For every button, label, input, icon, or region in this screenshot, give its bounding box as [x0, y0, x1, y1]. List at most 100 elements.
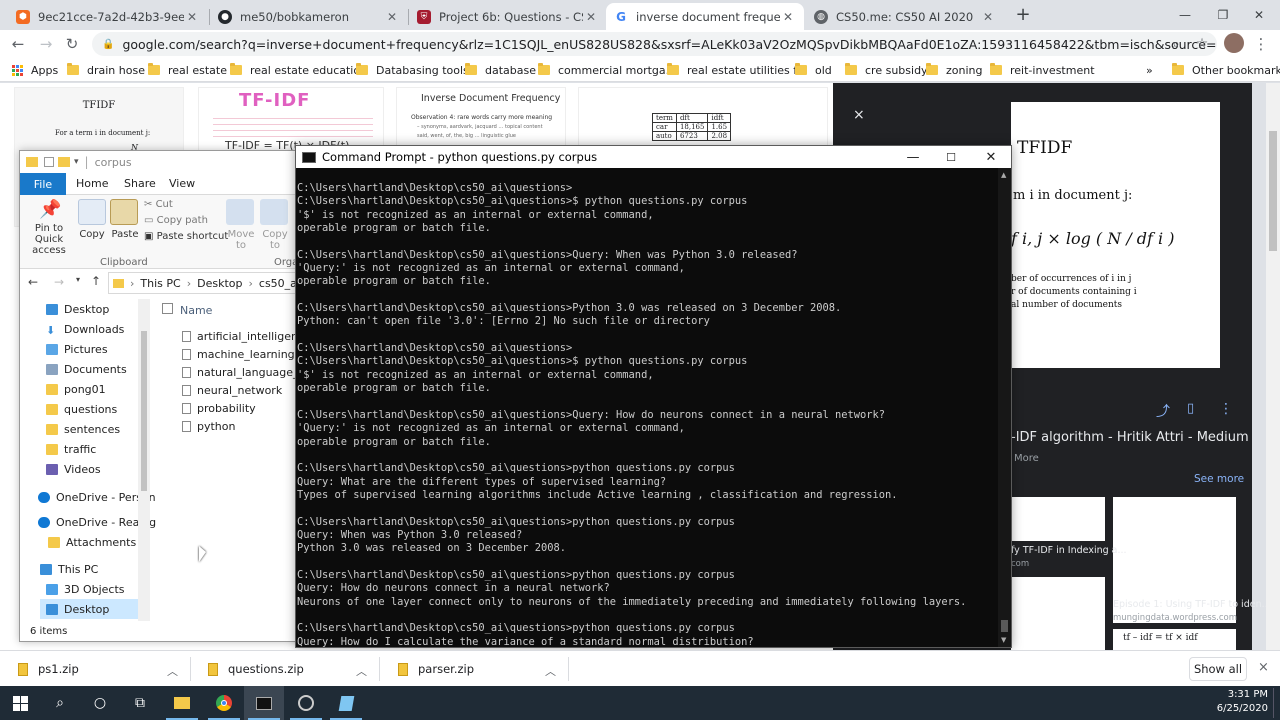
more-bookmarks-chevron[interactable]: »	[1146, 62, 1153, 78]
file-explorer-taskbar-icon[interactable]	[162, 686, 202, 720]
close-icon[interactable]: ✕	[384, 10, 400, 24]
nav-desktop-selected[interactable]: Desktop	[40, 599, 150, 619]
nav-3d-objects[interactable]: 3D Objects	[46, 579, 150, 599]
explorer-address-bar[interactable]: › This PC › Desktop › cs50_ai ›	[108, 272, 318, 294]
quick-access-dropdown-icon[interactable]: ▾	[74, 157, 79, 167]
paste-button[interactable]: Paste	[110, 199, 140, 240]
profile-avatar[interactable]	[1224, 33, 1244, 53]
forward-arrow-icon[interactable]: →	[35, 34, 57, 54]
preview-image[interactable]: TFIDF m i in document j: f i, j × log ( …	[1011, 102, 1220, 368]
tab-file[interactable]: File	[20, 173, 66, 195]
bookmark-folder[interactable]: real estate utilities f...	[667, 62, 807, 78]
copy-path-button[interactable]: ▭ Copy path	[144, 215, 208, 226]
tab-github[interactable]: ● me50/bobkameron ✕	[210, 3, 408, 30]
tab-home[interactable]: Home	[76, 177, 108, 190]
nav-videos[interactable]: Videos	[46, 459, 150, 479]
nav-scrollbar[interactable]	[138, 299, 150, 621]
nav-desktop[interactable]: Desktop📌	[46, 299, 150, 319]
task-view-icon[interactable]: ⧉	[120, 686, 160, 720]
maximize-icon[interactable]: ☐	[932, 146, 970, 168]
address-bar[interactable]: 🔒 google.com/search?q=inverse+document+f…	[92, 32, 1217, 56]
download-item[interactable]: questions.zip	[208, 659, 304, 679]
nav-this-pc[interactable]: This PC	[40, 559, 150, 579]
more-options-icon[interactable]: ⋮	[1219, 401, 1233, 417]
forward-arrow-icon[interactable]: →	[54, 275, 64, 289]
tab-cs50-me[interactable]: ◍ CS50.me: CS50 AI 2020 ✕	[806, 3, 1004, 30]
close-window-icon[interactable]: ✕	[972, 146, 1010, 168]
preview-caption[interactable]: -IDF algorithm - Hritik Attri - Medium	[1011, 430, 1249, 445]
bookmark-folder[interactable]: old	[795, 62, 832, 78]
properties-icon[interactable]	[44, 157, 54, 167]
back-arrow-icon[interactable]: ←	[28, 275, 38, 289]
chevron-up-icon[interactable]: ︿	[545, 663, 556, 679]
start-windows-icon[interactable]	[0, 686, 40, 720]
console-scrollbar[interactable]: ▲ ▼	[998, 168, 1011, 647]
up-arrow-icon[interactable]: ↑	[91, 274, 101, 288]
recent-dropdown-icon[interactable]: ▾	[76, 275, 80, 284]
pin-quick-access-button[interactable]: 📌 Pin to Quick access	[22, 199, 76, 256]
close-window-icon[interactable]: ✕	[1236, 0, 1280, 30]
nav-onedrive-realog[interactable]: OneDrive - Realog	[38, 512, 156, 532]
menu-dots-icon[interactable]: ⋮	[1250, 34, 1272, 54]
cortana-icon[interactable]: ○	[80, 686, 120, 720]
command-prompt-taskbar-icon[interactable]	[244, 686, 284, 720]
close-shelf-icon[interactable]: ×	[1258, 660, 1269, 675]
related-caption-2[interactable]: Episode 1: Using TF-IDF to iden...	[1113, 599, 1271, 610]
related-image-4[interactable]: tf – idf = tf × idf	[1113, 629, 1236, 650]
copy-button[interactable]: Copy	[78, 199, 106, 240]
bookmark-folder[interactable]: real estate	[148, 62, 227, 78]
tab-google-search[interactable]: G inverse document frequency - Go ✕	[606, 3, 804, 30]
scroll-down-icon[interactable]: ▼	[1001, 636, 1006, 644]
bookmark-star-icon[interactable]: ☆	[1191, 34, 1213, 54]
file-item[interactable]: python	[182, 417, 235, 435]
search-icon[interactable]: ⌕	[40, 686, 80, 720]
bookmark-folder[interactable]: real estate education	[230, 62, 367, 78]
download-item[interactable]: ps1.zip	[18, 659, 79, 679]
bookmark-folder[interactable]: reit-investment	[990, 62, 1095, 78]
related-caption-1[interactable]: fy TF-IDF in Indexing a...	[1011, 545, 1127, 556]
bookmark-folder[interactable]: Databasing tools	[356, 62, 469, 78]
notepad-taskbar-icon[interactable]	[326, 686, 366, 720]
nav-pictures[interactable]: Pictures📌	[46, 339, 150, 359]
download-item[interactable]: parser.zip	[398, 659, 474, 679]
nav-questions[interactable]: questions	[46, 399, 150, 419]
tab-cs50-project[interactable]: ⛨ Project 6b: Questions - CS50's In ✕	[409, 3, 607, 30]
chevron-up-icon[interactable]: ︿	[167, 663, 178, 679]
bookmark-folder[interactable]: cre subsidy	[845, 62, 928, 78]
breadcrumb-this-pc[interactable]: This PC	[140, 277, 180, 290]
move-to-button[interactable]: Move to	[226, 199, 256, 251]
close-icon[interactable]: ✕	[780, 10, 796, 24]
back-arrow-icon[interactable]: ←	[7, 34, 29, 54]
nav-sentences[interactable]: sentences	[46, 419, 150, 439]
new-folder-icon[interactable]	[58, 157, 70, 167]
zoom-icon[interactable]: ⌕	[1165, 34, 1187, 54]
bookmark-apps[interactable]: Apps	[12, 62, 58, 78]
other-bookmarks[interactable]: Other bookmarks	[1172, 62, 1280, 78]
copy-to-button[interactable]: Copy to	[260, 199, 290, 251]
bookmark-folder[interactable]: zoning	[926, 62, 983, 78]
chevron-up-icon[interactable]: ︿	[356, 663, 367, 679]
nav-documents[interactable]: Documents📌	[46, 359, 150, 379]
preview-close-icon[interactable]: ×	[853, 107, 865, 123]
console-output[interactable]: C:\Users\hartland\Desktop\cs50_ai\questi…	[296, 182, 998, 647]
scrollbar-thumb[interactable]	[1269, 131, 1277, 251]
related-image-1[interactable]	[1011, 497, 1105, 541]
scrollbar-thumb[interactable]	[1001, 620, 1008, 632]
close-icon[interactable]: ✕	[184, 10, 200, 24]
new-tab-icon[interactable]: +	[1012, 4, 1034, 26]
file-item[interactable]: probability	[182, 399, 256, 417]
breadcrumb-cs50-ai[interactable]: cs50_ai	[259, 277, 300, 290]
scroll-up-icon[interactable]: ▲	[1001, 171, 1006, 179]
tab-share[interactable]: Share	[124, 177, 156, 190]
column-header-name[interactable]: Name	[180, 304, 212, 317]
nav-pong01[interactable]: pong01	[46, 379, 150, 399]
taskbar-clock[interactable]: 3:31 PM 6/25/2020	[1212, 688, 1268, 716]
share-icon[interactable]: ⤴	[1156, 401, 1170, 421]
explorer-titlebar[interactable]: ▾ | corpus	[20, 151, 318, 173]
show-all-downloads-button[interactable]: Show all	[1189, 657, 1247, 681]
reload-icon[interactable]: ↻	[61, 34, 83, 54]
close-icon[interactable]: ✕	[980, 10, 996, 24]
nav-onedrive-personal[interactable]: OneDrive - Person	[38, 487, 156, 507]
page-scrollbar[interactable]	[1266, 83, 1280, 650]
paste-shortcut-button[interactable]: ▣ Paste shortcut	[144, 231, 228, 242]
